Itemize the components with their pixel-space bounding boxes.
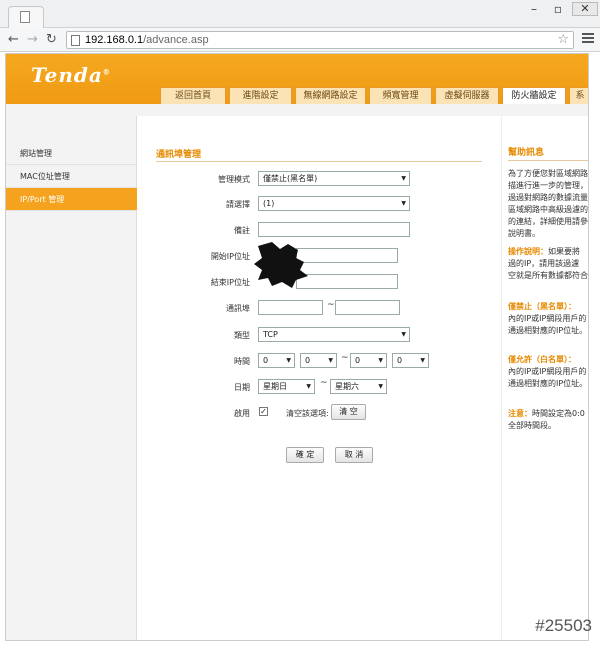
end-hour-select[interactable]: 0 ▼ [350,353,387,368]
help-whitelist: 僅允許（白名單）： 內的IP或IP網段用戶的 通過相對應的IP位址。 [508,355,588,388]
divider [156,161,482,162]
help-panel: 幫助訊息 為了方便您對區域網路 描進行進一步的管理， 過過對網路的數據流量 區域… [501,116,588,640]
menu-icon[interactable] [582,33,594,45]
sidebar-item-ip-port[interactable]: IP/Port 管理 [6,188,137,211]
minimize-icon[interactable]: – [522,2,546,16]
start-ip-label: 開始IP位址 [210,252,250,261]
reload-icon[interactable]: ↻ [46,32,57,48]
tab-home[interactable]: 返回首頁 [160,87,226,105]
range-separator: ~ [327,300,335,310]
close-icon[interactable]: ✕ [572,2,598,16]
chevron-down-icon: ▼ [306,383,311,390]
tenda-logo: Tenda® [31,63,111,87]
day-to-select[interactable]: 星期六 ▼ [330,379,387,394]
help-title: 幫助訊息 [508,148,545,158]
start-hour-select[interactable]: 0 ▼ [258,353,295,368]
tab-virtual-server[interactable]: 虛擬伺服器 [435,87,499,105]
page-icon [20,11,30,23]
chevron-down-icon: ▼ [401,175,406,182]
end-ip-label: 結束IP位址 [210,278,250,287]
page-icon [71,35,80,46]
tab-bandwidth[interactable]: 頻寬管理 [369,87,432,105]
chevron-down-icon: ▼ [401,200,406,207]
remark-label: 備註 [234,226,250,235]
clear-button[interactable]: 清 空 [331,404,366,420]
chevron-down-icon: ▼ [378,357,383,364]
start-minute-select[interactable]: 0 ▼ [300,353,337,368]
chevron-down-icon: ▼ [420,357,425,364]
cancel-button[interactable]: 取 消 [335,447,373,463]
router-page: Tenda® 返回首頁 進階設定 無線網路設定 頻寬管理 虛擬伺服器 防火牆設定… [5,53,589,641]
forward-icon[interactable]: → [27,32,38,48]
ok-button[interactable]: 確 定 [286,447,324,463]
back-icon[interactable]: ← [8,32,19,48]
day-from-select[interactable]: 星期日 ▼ [258,379,315,394]
section-title: 通訊埠管理 [156,150,202,160]
help-intro: 為了方便您對區域網路 描進行進一步的管理， 過過對網路的數據流量 區域網路中高級… [508,169,588,238]
port-end-input[interactable] [335,300,400,315]
clear-option-label: 清空該選項: [286,409,329,418]
mode-select[interactable]: 僅禁止(黑名單) ▼ [258,171,410,186]
chevron-down-icon: ▼ [378,383,383,390]
help-operation: 操作說明：如果要將 過的IP，請用該過濾 空就是所有數據都符合 [508,247,588,280]
remark-input[interactable] [258,222,410,237]
type-label: 類型 [234,331,250,340]
enable-label: 啟用 [234,409,250,418]
redaction-blot [254,242,308,288]
protocol-select[interactable]: TCP ▼ [258,327,410,342]
main-content: 通訊埠管理 管理模式 僅禁止(黑名單) ▼ 請選擇 (1) ▼ 備註 開始IP位址 … [138,116,500,640]
chevron-down-icon: ▼ [401,331,406,338]
end-minute-select[interactable]: 0 ▼ [392,353,429,368]
maximize-icon[interactable]: ▫ [546,2,570,16]
browser-toolbar: ← → ↻ 192.168.0.1/advance.asp ☆ [0,28,600,52]
range-separator: ~ [320,378,328,388]
enable-checkbox[interactable]: ✓ [259,407,268,416]
image-watermark: #25503 [535,616,592,635]
rule-select[interactable]: (1) ▼ [258,196,410,211]
tab-system[interactable]: 系 [569,87,588,105]
sidebar-item-mac[interactable]: MAC位址管理 [6,165,137,188]
chevron-down-icon: ▼ [328,357,333,364]
date-label: 日期 [234,383,250,392]
url-text: 192.168.0.1/advance.asp [85,34,209,46]
address-bar[interactable]: 192.168.0.1/advance.asp ☆ [66,31,574,49]
browser-tabstrip: – ▫ ✕ [0,0,600,28]
range-separator: ~ [341,353,349,363]
chevron-down-icon: ▼ [286,357,291,364]
help-note: 注意：時間設定為0:0 全部時間段。 [508,409,585,430]
sidebar: 網站管理 MAC位址管理 IP/Port 管理 [6,116,137,640]
mode-label: 管理模式 [218,175,250,184]
browser-tab[interactable] [8,6,44,28]
port-label: 通訊埠 [226,304,250,313]
divider [508,160,588,161]
tab-wireless[interactable]: 無線網路設定 [295,87,366,105]
sidebar-item-website[interactable]: 網站管理 [6,142,137,165]
time-label: 時間 [234,357,250,366]
select-label: 請選擇 [226,200,250,209]
header-banner: Tenda® 返回首頁 進階設定 無線網路設定 頻寬管理 虛擬伺服器 防火牆設定… [6,54,588,106]
bookmark-star-icon[interactable]: ☆ [557,32,569,47]
sub-strip [6,104,588,116]
port-start-input[interactable] [258,300,323,315]
tab-advanced[interactable]: 進階設定 [229,87,292,105]
help-blacklist: 僅禁止（黑名單）： 內的IP或IP網段用戶的 通過相對應的IP位址。 [508,302,588,335]
